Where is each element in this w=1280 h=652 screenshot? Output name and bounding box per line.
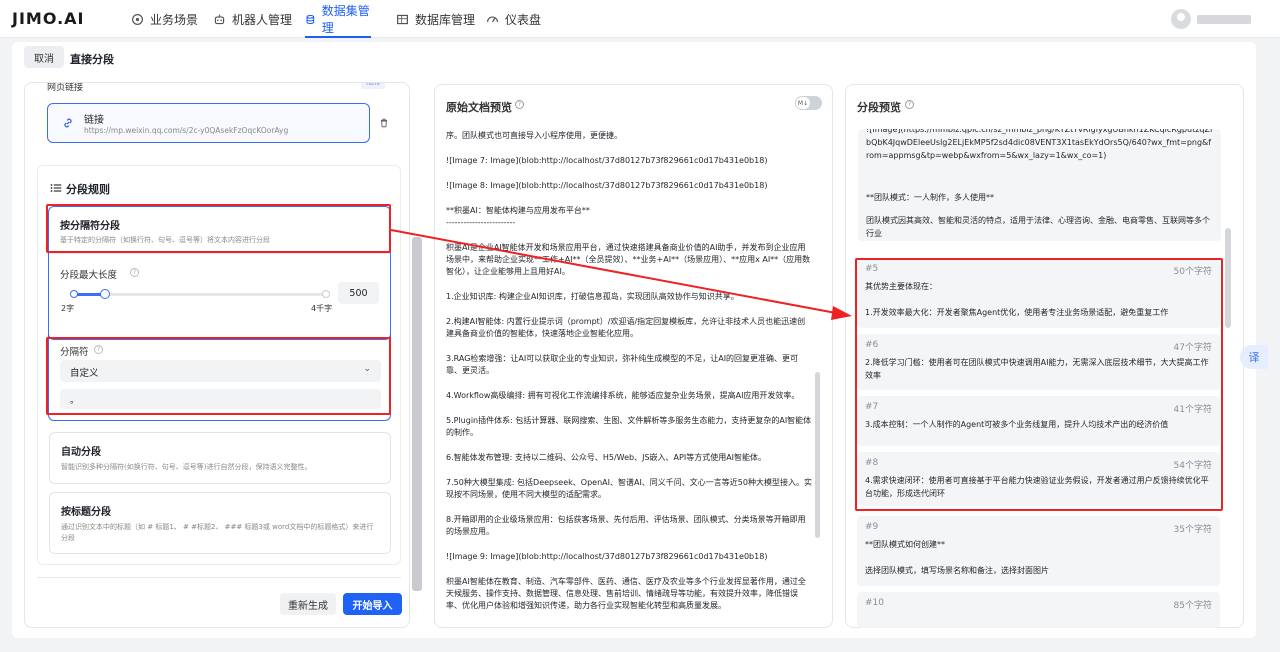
heading-mode-title: 按标题分段: [61, 507, 111, 518]
auto-mode-desc: 智能识别多种分隔符(如换行符、句号、逗号等)进行自然分段，保持语义完整性。: [61, 463, 312, 471]
nav-database-management[interactable]: 数据库管理: [396, 0, 475, 38]
markdown-toggle[interactable]: M↓: [795, 96, 822, 110]
table-icon: [397, 14, 408, 24]
doc-paragraph: 8.开箱即用的企业级场景应用：包括获客场景、先付后用、评估场景、团队模式、分类场…: [446, 515, 806, 536]
segment-number: #10: [865, 598, 884, 608]
doc-paragraph: 积墨AI是企业AI智能体开发和场景应用平台，通过快速搭建具备商业价值的AI助手，…: [446, 243, 811, 276]
nav-dashboard[interactable]: 仪表盘: [486, 0, 541, 38]
top-navbar: JIMO.AI 业务场景 机器人管理 数据集管理 数据库管理 仪表盘: [0, 0, 1280, 38]
regenerate-button[interactable]: 重新生成: [280, 593, 336, 615]
highlight-segments: [855, 258, 1223, 511]
list-icon: [50, 184, 62, 192]
doc-paragraph: 2.构建AI智能体: 内置行业提示词（prompt）/欢迎语/指定回复模板库，允…: [446, 317, 806, 338]
markdown-toggle-label: M↓: [796, 97, 810, 109]
segment-text: **团队模式：一人制作，多人使用**: [866, 193, 994, 202]
slider-max-label: 4千字: [311, 304, 333, 313]
cancel-button[interactable]: 取消: [24, 46, 64, 68]
slider-max-dot: [322, 290, 330, 298]
max-length-label: 分段最大长度: [60, 270, 118, 281]
segment-text: ![Image](https://mmbiz.qpic.cn/sz_mmbiz_…: [866, 129, 1213, 160]
nav-label: 数据集管理: [321, 4, 370, 35]
segment-text: **团队模式如何创建** 选择团队模式，填写场景名称和备注，选择封面图片: [865, 540, 1049, 575]
source-tag: html: [361, 83, 385, 89]
max-length-input[interactable]: 500: [338, 282, 379, 304]
nav-label: 数据库管理: [415, 12, 476, 27]
heading-mode-card[interactable]: 按标题分段 通过识别文本中的标题（如 # 标题1、 # #标题2、 ### 标题…: [49, 492, 391, 554]
help-icon: ?: [130, 268, 139, 277]
highlight-separator-mode: [46, 204, 391, 253]
length-slider-track[interactable]: [70, 289, 330, 299]
doc-paragraph: 5.Plugin插件体系: 包括计算器、联网搜索、生图、文件解析等多服务生态能力…: [446, 416, 812, 437]
segment-item[interactable]: #10 85个字符: [857, 592, 1220, 628]
doc-paragraph: ![Image 9: Image](blob:http://localhost/…: [446, 552, 768, 561]
scene-icon: [132, 13, 143, 25]
segment-char-count: 85个字符: [1173, 601, 1212, 611]
link-url: https://mp.weixin.qq.com/s/2c-y0QAsekFzO…: [84, 126, 289, 135]
rules-title: 分段规则: [66, 183, 110, 196]
link-icon: [64, 118, 72, 128]
segment-char-count: 35个字符: [1173, 525, 1212, 535]
highlight-separator-section: [46, 337, 391, 415]
source-label: 网页链接: [47, 83, 84, 93]
nav-business-scene[interactable]: 业务场景: [131, 0, 198, 38]
doc-paragraph: 7.50种大模型集成: 包括Deepseek、OpenAI、智谱AI、同义千问、…: [446, 478, 812, 499]
database-icon: [306, 14, 315, 24]
nav-label: 机器人管理: [232, 12, 293, 27]
link-card[interactable]: 链接 https://mp.weixin.qq.com/s/2c-y0QAsek…: [47, 103, 370, 143]
doc-paragraph: ![Image 7: Image](blob:http://localhost/…: [446, 156, 768, 165]
segment-item[interactable]: #9 35个字符 **团队模式如何创建** 选择团队模式，填写场景名称和备注，选择封…: [857, 516, 1220, 586]
nav-robot-management[interactable]: 机器人管理: [213, 0, 292, 38]
doc-paragraph: ![Image 8: Image](blob:http://localhost/…: [446, 181, 768, 190]
robot-icon: [214, 14, 225, 24]
document-content: 序。团队模式也可直接导入小程序使用，更便捷。 ![Image 7: Image](…: [446, 130, 813, 620]
user-name-blurred[interactable]: [1197, 15, 1251, 24]
segment-text: 团队模式因其高效、智能和灵活的特点，适用于法律、心理咨询、金融、电商零售、互联网…: [866, 216, 1210, 238]
help-icon: ?: [905, 100, 914, 109]
user-avatar[interactable]: [1171, 9, 1191, 29]
doc-paragraph: 1.企业知识库: 构建企业AI知识库，打破信息孤岛，实现团队高效协作与知识共享。: [446, 292, 739, 301]
middle-scrollbar[interactable]: [815, 372, 820, 538]
slider-handle[interactable]: [100, 289, 110, 299]
doc-paragraph: 4.Workflow高级编排: 拥有可视化工作流编排系统，能够适应复杂业务场景，…: [446, 391, 800, 400]
start-import-button[interactable]: 开始导入: [343, 593, 402, 615]
segment-number: #9: [865, 522, 879, 532]
auto-mode-title: 自动分段: [61, 447, 101, 458]
left-scrollbar[interactable]: [412, 237, 422, 591]
page-title: 直接分段: [70, 53, 114, 66]
right-scrollbar[interactable]: [1225, 228, 1231, 328]
segment-block-top: ![Image](https://mmbiz.qpic.cn/sz_mmbiz_…: [858, 129, 1221, 241]
dashboard-icon: [487, 16, 498, 22]
doc-paragraph: 积墨AI智能体在教育、制造、汽车零部件、医药、通信、医疗及农业等多个行业发挥显著…: [446, 577, 806, 610]
link-title: 链接: [84, 115, 104, 126]
original-preview-panel: 原始文档预览 ? 序。团队模式也可直接导入小程序使用，更便捷。 ![Image 7…: [434, 84, 833, 628]
slider-min-label: 2字: [61, 304, 75, 313]
app-logo[interactable]: JIMO.AI: [12, 9, 85, 28]
footer-divider: [37, 577, 401, 578]
doc-paragraph: **积墨AI：智能体构建与应用发布平台** ------------------…: [446, 206, 590, 227]
heading-mode-desc: 通过识别文本中的标题（如 # 标题1、 # #标题2、 ### 标题3或 wor…: [61, 523, 374, 542]
auto-mode-card[interactable]: 自动分段 智能识别多种分隔符(如换行符、句号、逗号等)进行自然分段，保持语义完整…: [49, 432, 391, 484]
nav-label: 业务场景: [150, 12, 199, 27]
divider: [49, 253, 390, 254]
original-preview-title: 原始文档预览: [446, 101, 512, 114]
slider-min-dot: [70, 290, 78, 298]
doc-paragraph: 6.智能体发布管理: 支持以二维码、公众号、H5/Web、JS嵌入、API等方式…: [446, 453, 767, 462]
nav-dataset-management[interactable]: 数据集管理: [305, 0, 371, 38]
delete-icon[interactable]: [379, 118, 389, 128]
segment-preview-title: 分段预览: [857, 101, 901, 114]
translate-button[interactable]: 译: [1240, 345, 1268, 369]
nav-label: 仪表盘: [505, 12, 542, 27]
doc-paragraph: 3.RAG检索增强：让AI可以获取企业的专业知识，弥补纯生成模型的不足，让AI的…: [446, 354, 799, 375]
help-icon: ?: [515, 100, 524, 109]
doc-paragraph: 序。团队模式也可直接导入小程序使用，更便捷。: [446, 131, 622, 140]
